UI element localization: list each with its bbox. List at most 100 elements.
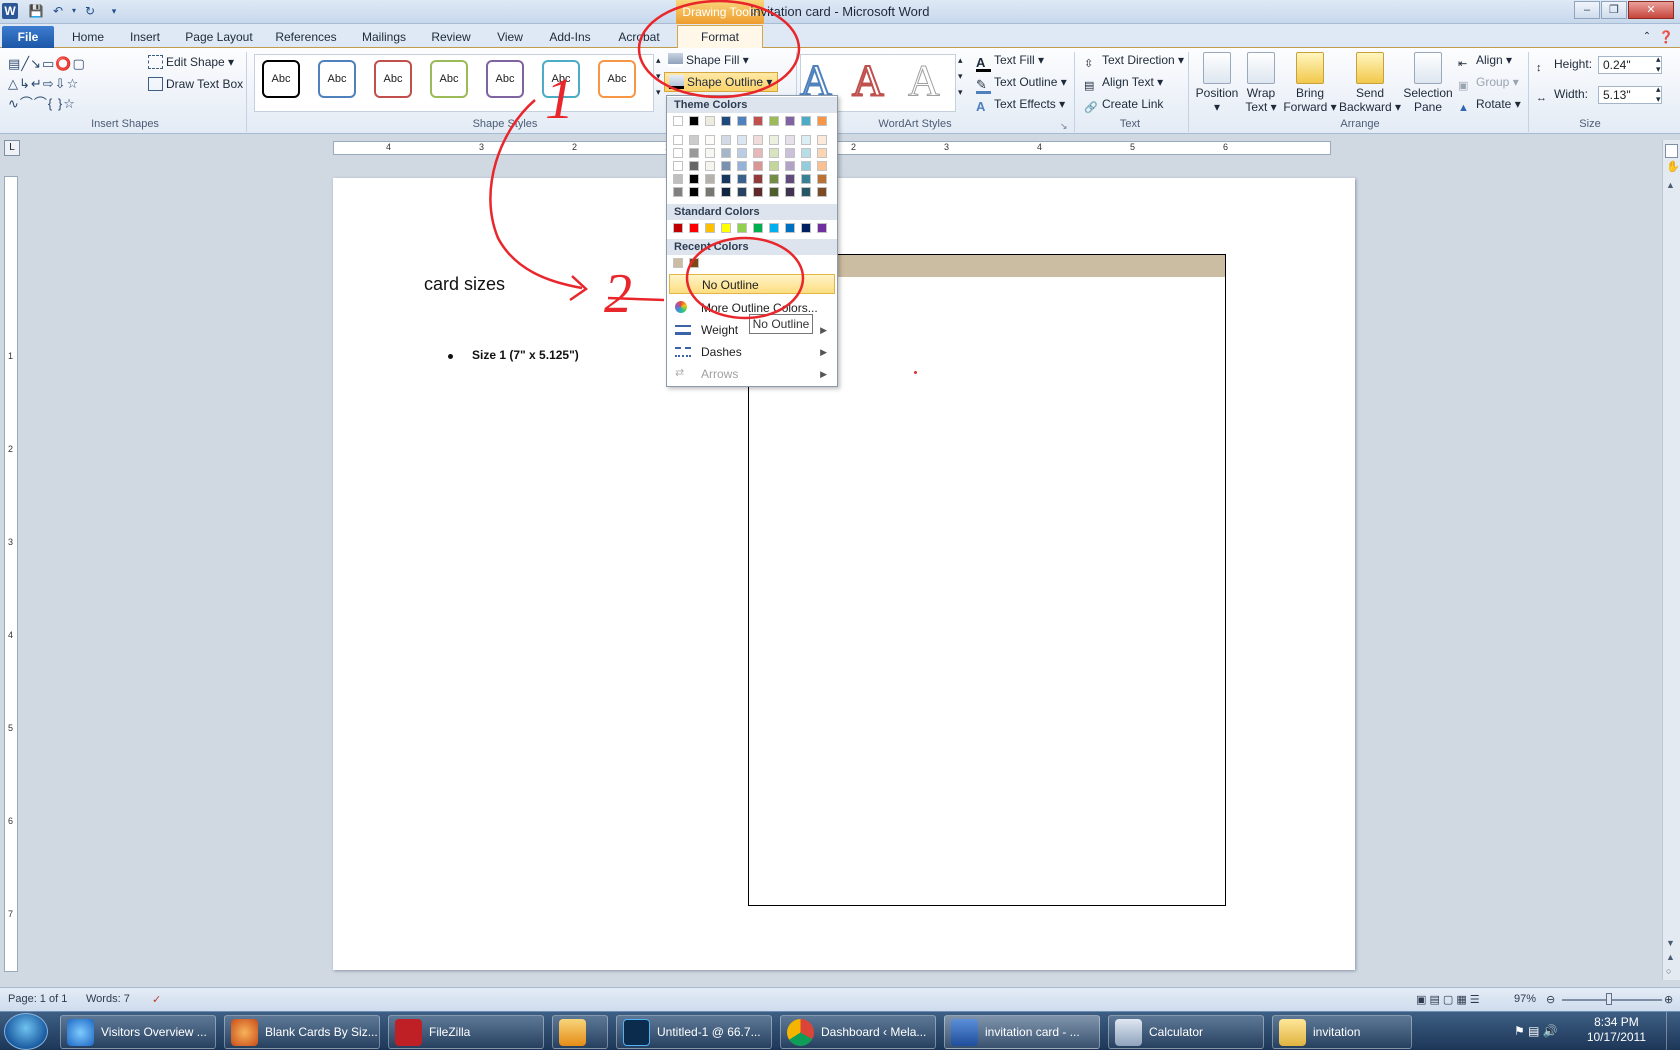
theme-color-swatch[interactable]	[769, 161, 779, 171]
rotate-button[interactable]: ▲ Rotate ▾	[1458, 96, 1521, 116]
theme-color-swatch[interactable]	[737, 116, 747, 126]
theme-color-swatch[interactable]	[769, 148, 779, 158]
group-button[interactable]: ▣ Group ▾	[1458, 74, 1519, 94]
system-tray-icons[interactable]: ⚑ ▤ 🔊	[1514, 1024, 1558, 1038]
standard-color-swatch[interactable]	[689, 223, 699, 233]
wordart-dialog-launcher[interactable]: ↘	[1060, 118, 1068, 134]
edit-shape-button[interactable]: Edit Shape ▾	[148, 54, 234, 70]
tab-references[interactable]: References	[272, 28, 340, 48]
taskbar-photoshop[interactable]: Untitled-1 @ 66.7...	[616, 1015, 772, 1049]
position-button[interactable]: Position ▾	[1194, 52, 1240, 114]
save-icon[interactable]: 💾	[28, 3, 44, 19]
shape-style-purple[interactable]: Abc	[486, 60, 524, 98]
theme-color-swatch[interactable]	[817, 116, 827, 126]
maximize-button[interactable]: ❐	[1601, 1, 1627, 19]
theme-color-swatch[interactable]	[753, 135, 763, 145]
theme-color-swatch[interactable]	[801, 174, 811, 184]
tab-acrobat[interactable]: Acrobat	[614, 28, 664, 48]
standard-color-swatch[interactable]	[817, 223, 827, 233]
document-heading[interactable]: card sizes	[424, 274, 505, 295]
theme-color-swatch[interactable]	[705, 135, 715, 145]
hand-icon[interactable]: ✋	[1666, 160, 1680, 173]
standard-color-swatch[interactable]	[721, 223, 731, 233]
theme-color-swatch[interactable]	[673, 148, 683, 158]
standard-color-swatch[interactable]	[785, 223, 795, 233]
word-app-icon[interactable]: W	[2, 3, 18, 19]
wrap-text-button[interactable]: Wrap Text ▾	[1240, 52, 1282, 114]
recent-color-swatch[interactable]	[673, 258, 683, 268]
theme-color-swatch[interactable]	[673, 116, 683, 126]
tab-page-layout[interactable]: Page Layout	[184, 28, 254, 48]
vertical-scrollbar[interactable]: ✋ ▲ ▼ ▲ ○	[1662, 140, 1680, 980]
minimize-button[interactable]: –	[1574, 1, 1600, 19]
standard-color-swatch[interactable]	[705, 223, 715, 233]
theme-color-swatch[interactable]	[801, 135, 811, 145]
wordart-style-red-outline[interactable]: A	[851, 55, 885, 106]
text-fill-button[interactable]: A Text Fill ▾	[976, 52, 1044, 72]
standard-color-swatch[interactable]	[673, 223, 683, 233]
shape-style-aqua[interactable]: Abc	[542, 60, 580, 98]
page-count[interactable]: Page: 1 of 1	[8, 993, 67, 1005]
zoom-slider-thumb[interactable]	[1606, 993, 1612, 1005]
draw-text-box-button[interactable]: Draw Text Box	[148, 76, 243, 92]
theme-color-swatch[interactable]	[721, 116, 731, 126]
start-button[interactable]	[4, 1013, 48, 1050]
proofing-icon[interactable]: ✓	[152, 993, 161, 1006]
theme-color-swatch[interactable]	[785, 174, 795, 184]
send-backward-button[interactable]: Send Backward ▾	[1338, 52, 1402, 114]
standard-color-swatch[interactable]	[737, 223, 747, 233]
shape-style-green[interactable]: Abc	[430, 60, 468, 98]
theme-color-swatch[interactable]	[817, 174, 827, 184]
theme-color-swatch[interactable]	[689, 174, 699, 184]
scroll-down-icon[interactable]: ▼	[1666, 938, 1675, 948]
text-outline-button[interactable]: ✎ Text Outline ▾	[976, 74, 1067, 94]
standard-color-swatch[interactable]	[769, 223, 779, 233]
scroll-up-icon[interactable]: ▲	[1666, 180, 1675, 190]
recent-color-swatch[interactable]	[689, 258, 699, 268]
theme-color-swatch[interactable]	[801, 187, 811, 197]
theme-color-swatch[interactable]	[721, 187, 731, 197]
theme-color-swatch[interactable]	[705, 161, 715, 171]
theme-color-swatch[interactable]	[705, 174, 715, 184]
taskbar-clock[interactable]: 8:34 PM 10/17/2011	[1587, 1015, 1646, 1045]
theme-color-swatch[interactable]	[689, 161, 699, 171]
theme-color-swatch[interactable]	[673, 135, 683, 145]
tab-file[interactable]: File	[2, 26, 54, 48]
show-desktop-button[interactable]	[1666, 1012, 1680, 1050]
bring-forward-button[interactable]: Bring Forward ▾	[1282, 52, 1338, 114]
dashes-item[interactable]: Dashes ▶	[669, 342, 835, 362]
theme-color-swatch[interactable]	[769, 187, 779, 197]
height-input[interactable]: 0.24"	[1598, 56, 1662, 74]
shape-style-blue[interactable]: Abc	[318, 60, 356, 98]
standard-color-swatch[interactable]	[801, 223, 811, 233]
theme-color-swatch[interactable]	[753, 174, 763, 184]
text-effects-button[interactable]: A Text Effects ▾	[976, 96, 1065, 115]
standard-color-swatch[interactable]	[753, 223, 763, 233]
create-link-button[interactable]: 🔗 Create Link	[1084, 96, 1163, 116]
tab-insert[interactable]: Insert	[124, 28, 166, 48]
shape-fill-button[interactable]: Shape Fill ▾	[668, 52, 749, 68]
theme-color-swatch[interactable]	[753, 187, 763, 197]
taskbar-chrome[interactable]: Dashboard ‹ Mela...	[780, 1015, 936, 1049]
taskbar-word[interactable]: invitation card - ...	[944, 1015, 1100, 1049]
theme-color-swatch[interactable]	[721, 135, 731, 145]
theme-color-swatch[interactable]	[721, 148, 731, 158]
tab-view[interactable]: View	[492, 28, 528, 48]
theme-color-swatch[interactable]	[673, 187, 683, 197]
theme-color-swatch[interactable]	[769, 174, 779, 184]
theme-color-swatch[interactable]	[737, 148, 747, 158]
tab-selector[interactable]: L	[4, 140, 20, 156]
theme-color-swatch[interactable]	[737, 161, 747, 171]
tab-mailings[interactable]: Mailings	[356, 28, 412, 48]
theme-color-swatch[interactable]	[769, 135, 779, 145]
browse-object-icon[interactable]: ○	[1666, 966, 1671, 976]
tab-review[interactable]: Review	[428, 28, 474, 48]
width-input[interactable]: 5.13"	[1598, 86, 1662, 104]
theme-color-swatch[interactable]	[705, 187, 715, 197]
theme-color-swatch[interactable]	[689, 116, 699, 126]
shape-outline-button[interactable]: Shape Outline ▾	[664, 72, 779, 92]
align-text-button[interactable]: ▤ Align Text ▾	[1084, 74, 1163, 94]
gallery-more-button[interactable]: ▴ ▾ ▾	[656, 52, 661, 100]
undo-icon[interactable]: ↶	[50, 3, 66, 19]
theme-color-swatch[interactable]	[689, 187, 699, 197]
